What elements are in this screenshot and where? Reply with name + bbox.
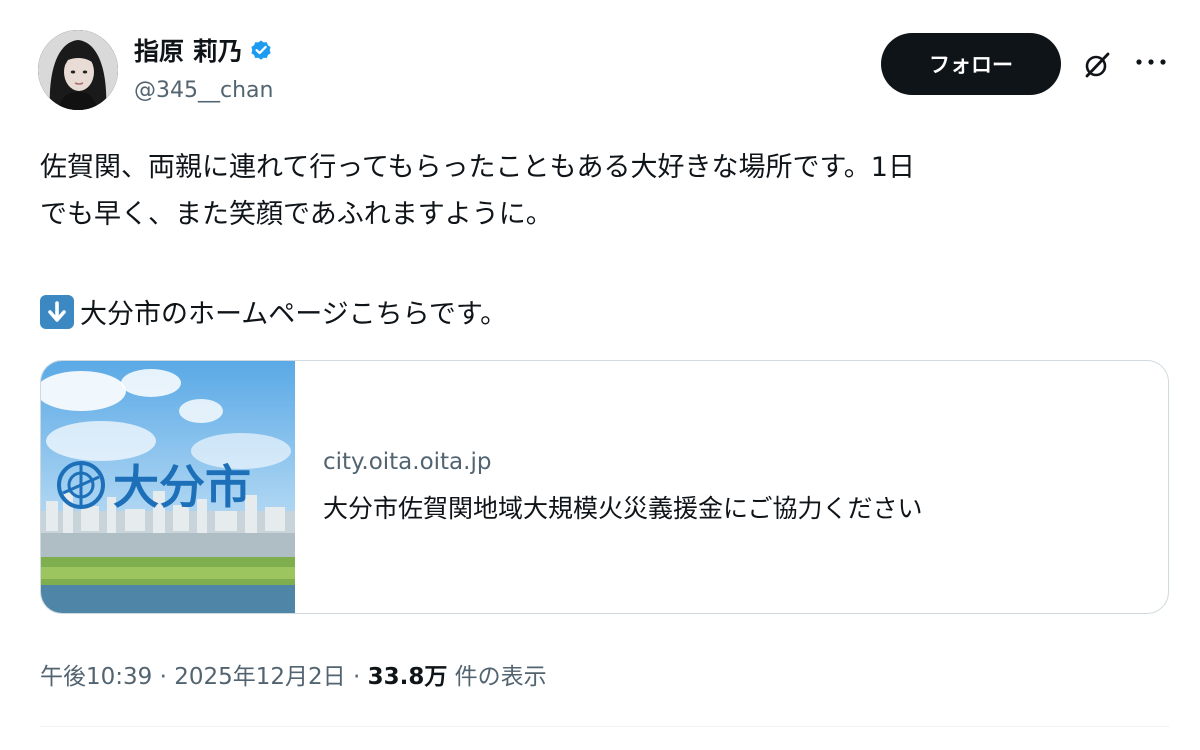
card-title[interactable]: 大分市佐賀関地域大規模火災義援金にご協力ください [323,489,923,525]
author-handle[interactable]: @345__chan [134,78,273,103]
divider [40,726,1169,727]
author-name-row[interactable]: 指原 莉乃 [134,33,273,67]
tweet-date[interactable]: 2025年12月2日 [174,657,345,691]
views-label: 件の表示 [447,664,547,690]
more-dots-icon[interactable] [1133,52,1169,72]
link-preview-card[interactable]: 大分市 city.oita.oita.jp 大分市佐賀関地域大規模火災義援金にご… [40,360,1169,614]
meta-separator: · [345,664,368,690]
tweet-time[interactable]: 午後10:39 [40,657,152,691]
grok-icon[interactable] [1080,48,1114,82]
tweet-link-line: 大分市のホームページこちらです。 [40,288,507,335]
avatar-photo [38,30,118,110]
author-display-name[interactable]: 指原 莉乃 [134,32,243,68]
tweet-text: 佐賀関、両親に連れて行ってもらったこともある大好きな場所です。1日 でも早く、ま… [40,152,915,230]
svg-text:大分市: 大分市 [113,460,251,514]
down-arrow-emoji-icon [40,294,74,329]
tweet-meta: 午後10:39 · 2025年12月2日 · 33.8万 件の表示 [40,657,547,691]
card-thumbnail: 大分市 [41,361,295,613]
views-count[interactable]: 33.8万 [368,657,448,691]
meta-separator: · [152,664,175,690]
card-domain: city.oita.oita.jp [323,449,492,475]
follow-button[interactable]: フォロー [881,33,1061,95]
link-line-text: 大分市のホームページこちらです。 [80,299,508,330]
avatar[interactable] [38,30,118,110]
verified-badge-icon [251,40,271,60]
card-body[interactable]: city.oita.oita.jp 大分市佐賀関地域大規模火災義援金にご協力くだ… [295,361,923,613]
